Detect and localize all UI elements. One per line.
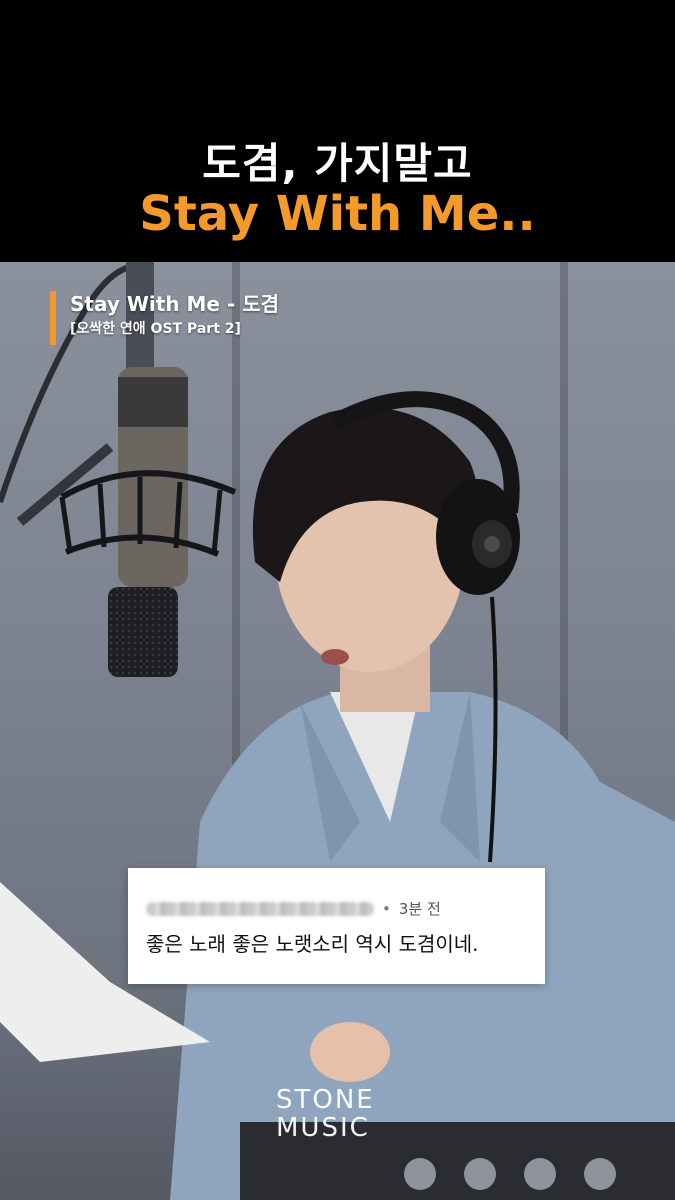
hand [310, 1022, 390, 1082]
title-korean: 도겸, 가지말고 [202, 139, 473, 188]
title-english: Stay With Me.. [139, 186, 536, 242]
video-frame: 도겸, 가지말고 Stay With Me.. Stay With Me - 도… [0, 0, 675, 1200]
studio-scene [0, 262, 675, 1200]
title-bar: 도겸, 가지말고 Stay With Me.. [0, 0, 675, 262]
blurred-username [146, 901, 374, 916]
stone-music-logo: STONE MUSIC [276, 1086, 406, 1142]
comment-card: • 3분 전 좋은 노래 좋은 노랫소리 역시 도겸이네. [128, 868, 545, 984]
comment-meta: • 3분 전 [146, 898, 441, 919]
comment-timestamp: 3분 전 [398, 900, 441, 918]
song-label: Stay With Me - 도겸 [오싹한 연애 OST Part 2] [50, 291, 279, 345]
logo-line-1: STONE [276, 1085, 375, 1115]
comment-separator: • [382, 899, 391, 918]
song-title: Stay With Me - 도겸 [70, 292, 280, 316]
comment-text: 좋은 노래 좋은 노랫소리 역시 도겸이네. [146, 932, 479, 956]
scene-illustration [0, 262, 675, 1200]
song-subtitle: [오싹한 연애 OST Part 2] [70, 321, 241, 337]
logo-line-2: MUSIC [276, 1113, 370, 1143]
